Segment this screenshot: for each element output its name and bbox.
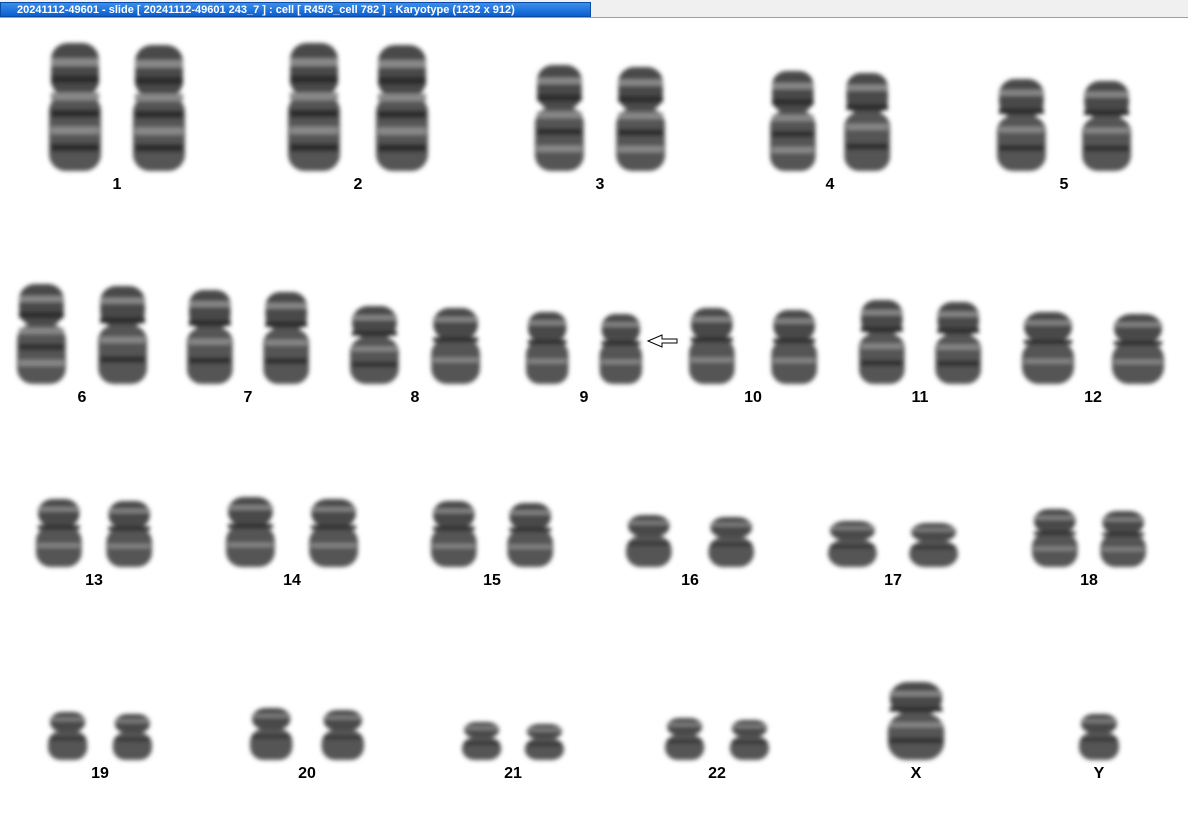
chromosome-label: 21: [504, 765, 522, 782]
chromosome-14: [226, 497, 358, 567]
chromosome-16: [626, 515, 754, 567]
chromosome-11: [859, 300, 981, 384]
chromosome-20: [250, 708, 364, 760]
chromosome-label: X: [910, 765, 922, 782]
chromosome-10: [689, 308, 817, 384]
chromosome-label: 4: [825, 176, 835, 193]
chromosome-label: 15: [483, 572, 501, 589]
chromosome-label: 1: [112, 176, 122, 193]
chromosome-label: 2: [353, 176, 363, 193]
chromosome-label: 18: [1080, 572, 1098, 589]
chromosome-6: [17, 284, 147, 384]
arrow-left-icon: [646, 334, 678, 348]
chromosome-17: [828, 521, 958, 567]
chromosome-layer: [17, 43, 1164, 760]
chromosome-1: [49, 43, 185, 171]
chromosome-13: [36, 499, 152, 567]
chromosome-12: [1022, 312, 1164, 384]
chromosome-label: 12: [1084, 389, 1102, 406]
chromosome-18: [1032, 509, 1146, 567]
chromosome-2: [288, 43, 428, 171]
chromosome-label: 22: [708, 765, 726, 782]
chromosome-label: 13: [85, 572, 103, 589]
chromosome-label: 10: [744, 389, 762, 406]
window-title: 20241112-49601 - slide [ 20241112-49601 …: [0, 2, 591, 17]
chromosome-label: 8: [410, 389, 420, 406]
chromosome-19: [48, 712, 152, 760]
chromosome-label: Y: [1093, 765, 1105, 782]
chromosome-label: 14: [283, 572, 301, 589]
chromosome-7: [187, 290, 309, 384]
chromosome-label: 7: [243, 389, 253, 406]
karyotype-canvas: 1 2 3 4 5 6 7 8 9 10 11 12 13 14 15 16 17 18 19 20 21 22 X Y: [0, 19, 1188, 818]
chromosome-15: [431, 501, 553, 567]
chromosome-9: [526, 312, 642, 384]
chromosome-3: [535, 65, 665, 171]
chromosome-label: 11: [911, 389, 929, 406]
chromosome-label: 9: [579, 389, 589, 406]
chromosome-label: 20: [298, 765, 316, 782]
chromosome-label: 3: [595, 176, 605, 193]
chromosome-Y: [1079, 714, 1119, 760]
chromosome-label: 19: [91, 765, 109, 782]
chromosome-label: 16: [681, 572, 699, 589]
chromosome-X: [887, 682, 945, 760]
chromosome-8: [350, 306, 480, 384]
chromosome-5: [997, 79, 1131, 171]
chromosome-label: 5: [1059, 176, 1069, 193]
chromosome-21: [462, 722, 564, 760]
chromosome-22: [665, 718, 769, 760]
chromosome-label: 17: [884, 572, 902, 589]
chromosome-4: [770, 71, 890, 171]
window-titlebar[interactable]: 20241112-49601 - slide [ 20241112-49601 …: [0, 0, 1188, 18]
chromosome-label: 6: [77, 389, 87, 406]
